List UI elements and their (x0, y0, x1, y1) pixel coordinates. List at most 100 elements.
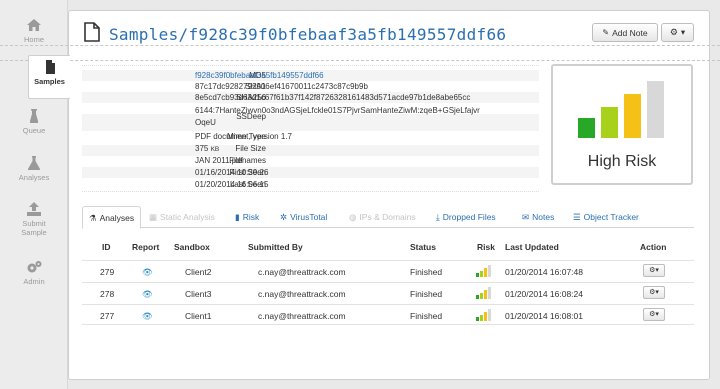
column-header-id: ID (102, 242, 111, 252)
row-last-updated: 01/20/2014 16:08:01 (505, 311, 583, 321)
row-id: 277 (100, 311, 115, 321)
row-action-button[interactable]: ⚙▾ (643, 264, 665, 277)
row-action-button[interactable]: ⚙▾ (643, 308, 665, 321)
add-note-button[interactable]: ✎ Add Note (592, 23, 658, 42)
meta-value: 375 KB (195, 144, 219, 153)
tab-label: Notes (532, 212, 555, 222)
risk-mini-bars (476, 309, 494, 321)
sidebar-item-analyses[interactable]: Analyses (0, 152, 68, 196)
sidebar: Home Samples Queue Analyses Submit Sampl… (0, 0, 70, 389)
file-size-unit: KB (210, 146, 220, 153)
queue-icon (26, 109, 42, 123)
globe-icon: ◍ (349, 212, 357, 222)
risk-label: High Risk (587, 153, 657, 170)
column-header-sandbox: Sandbox (174, 242, 210, 252)
tab-label: Dropped Files (442, 212, 496, 222)
chevron-down-icon: ▾ (680, 27, 686, 37)
flask-icon (26, 156, 42, 170)
document-icon (84, 22, 100, 42)
tab-object-tracker[interactable]: ☰ Object Tracker (573, 206, 639, 228)
tab-dropped-files[interactable]: ⤓ Dropped Files (436, 206, 496, 228)
sidebar-item-label: Analyses (18, 173, 50, 182)
table-row: 277 👁 Client1 c.nay@threattrack.com Fini… (82, 304, 694, 325)
row-id: 278 (100, 289, 115, 299)
edit-icon: ✎ (602, 28, 610, 37)
tab-label: Static Analysis (160, 212, 215, 222)
row-id: 279 (100, 267, 115, 277)
meta-value: 87c17dc9282792906ef41670011c2473c87c9b9b (195, 82, 368, 91)
sidebar-item-label: Home (23, 35, 44, 44)
column-header-status: Status (410, 242, 436, 252)
meta-value: 8e5cd7cb93d63d1c67f61b37f142f87263281614… (195, 93, 471, 102)
divider-line (0, 45, 720, 46)
divider-line (0, 60, 720, 61)
sidebar-item-queue[interactable]: Queue (0, 105, 68, 149)
sidebar-item-label: Samples (34, 77, 65, 86)
tab-risk[interactable]: ▮ Risk (235, 206, 259, 228)
gear-icon: ⚙ (669, 27, 678, 37)
file-icon (42, 60, 58, 74)
risk-indicator: High Risk (551, 64, 693, 185)
row-last-updated: 01/20/2014 16:07:48 (505, 267, 583, 277)
column-header-submitted-by: Submitted By (248, 242, 303, 252)
download-icon: ⤓ (436, 212, 440, 222)
row-stripe (82, 167, 539, 178)
flask-icon: ⚗ (89, 213, 97, 223)
row-stripe (82, 145, 539, 156)
tab-label: IPs & Domains (359, 212, 416, 222)
meta-value: PDF document, version 1.7 (195, 132, 292, 141)
row-last-updated: 01/20/2014 16:08:24 (505, 289, 583, 299)
sidebar-item-label: Queue (22, 126, 46, 135)
eye-icon[interactable]: 👁 (142, 267, 153, 278)
row-sandbox: Client3 (185, 289, 212, 299)
risk-bar (601, 107, 618, 138)
sidebar-item-home[interactable]: Home (0, 14, 68, 58)
tab-ips-domains[interactable]: ◍ IPs & Domains (349, 206, 416, 228)
column-header-report: Report (132, 242, 160, 252)
settings-dropdown-button[interactable]: ⚙ ▾ (661, 23, 694, 42)
eye-icon[interactable]: 👁 (142, 311, 153, 322)
tab-label: Object Tracker (583, 212, 639, 222)
meta-value: 6144:7HanteZiwvn0o3ndAGSjeLfckle01S7Pjvr… (195, 106, 480, 115)
row-status: Finished (410, 311, 443, 321)
gear-icon: ⚙▾ (649, 289, 659, 296)
list-icon: ☰ (573, 212, 581, 222)
risk-bar (624, 94, 641, 138)
table-row: 279 👁 Client2 c.nay@threattrack.com Fini… (82, 260, 694, 281)
file-size-value: 375 (195, 144, 209, 153)
column-header-last-updated: Last Updated (505, 242, 559, 252)
sidebar-item-label: Submit Sample (21, 219, 47, 237)
tab-virustotal[interactable]: ✲ VirusTotal (280, 206, 327, 228)
tab-static-analysis[interactable]: ▦ Static Analysis (149, 206, 215, 228)
meta-value: 01/20/2014 16:06:15 (195, 180, 269, 189)
row-sandbox: Client1 (185, 311, 212, 321)
risk-mini-bars (476, 265, 494, 277)
gear-icon: ⚙▾ (649, 311, 659, 318)
meta-value-continued: OqeU (195, 118, 216, 127)
tab-label: Risk (242, 212, 260, 222)
sidebar-item-samples[interactable]: Samples (28, 55, 70, 99)
tab-label: Analyses (99, 213, 135, 223)
tab-notes[interactable]: ✉ Notes (522, 206, 554, 228)
bar-chart-icon: ▮ (235, 212, 240, 222)
eye-icon[interactable]: 👁 (142, 289, 153, 300)
page-title: Samples/f928c39f0bfebaaf3a5fb149557ddf66 (109, 25, 507, 44)
risk-bar (578, 118, 595, 138)
tab-analyses[interactable]: ⚗ Analyses (82, 206, 142, 229)
row-submitted-by: c.nay@threattrack.com (258, 267, 346, 277)
risk-bar (647, 81, 664, 138)
column-header-action: Action (640, 242, 667, 252)
gears-icon (26, 260, 42, 274)
home-icon (26, 18, 42, 32)
row-action-button[interactable]: ⚙▾ (643, 286, 665, 299)
column-header-risk: Risk (477, 242, 495, 252)
gear-icon: ⚙▾ (649, 267, 659, 274)
risk-mini-bars (476, 287, 494, 299)
row-status: Finished (410, 267, 443, 277)
row-submitted-by: c.nay@threattrack.com (258, 289, 346, 299)
md5-link[interactable]: f928c39f0bfebaaf3a5fb149557ddf66 (195, 71, 324, 80)
grid-icon: ▦ (149, 212, 158, 222)
sidebar-item-submit-sample[interactable]: Submit Sample (0, 198, 68, 244)
meta-value: JAN 2011.pdf (195, 156, 243, 165)
sidebar-item-admin[interactable]: Admin (0, 256, 68, 300)
